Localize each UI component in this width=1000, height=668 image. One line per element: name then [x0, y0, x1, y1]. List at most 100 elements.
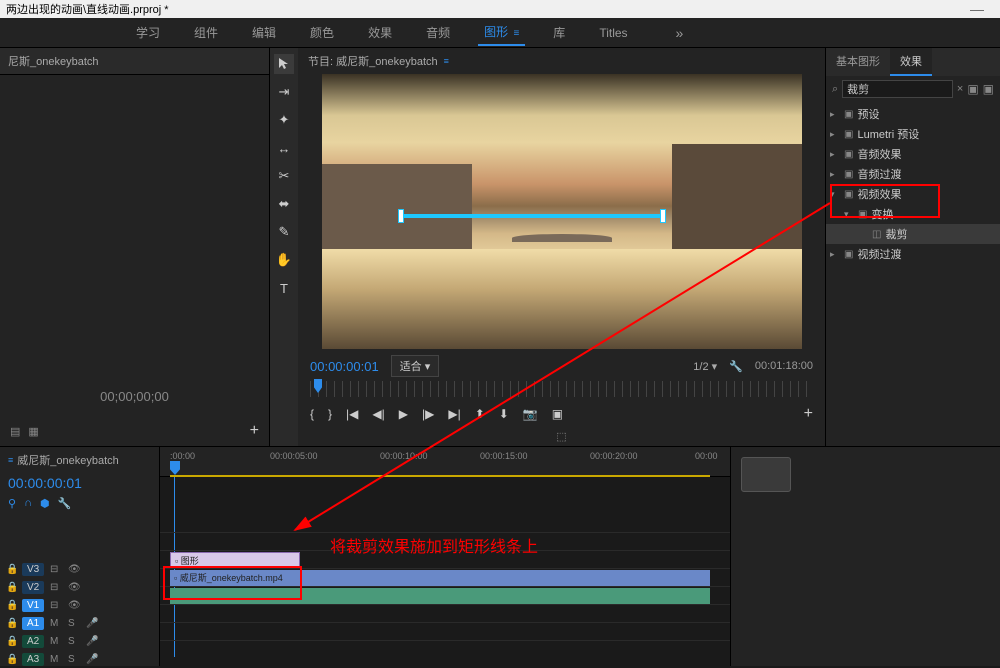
- rate-stretch-tool[interactable]: ↔: [274, 138, 294, 158]
- timeline-ruler[interactable]: :00:00 00:00:05:00 00:00:10:00 00:00:15:…: [160, 447, 730, 477]
- slip-tool[interactable]: ⬌: [274, 194, 294, 214]
- accelerated-effects-icon[interactable]: ▣: [967, 82, 978, 96]
- workspace-tab-assembly[interactable]: 组件: [188, 20, 224, 45]
- shape-handle-left[interactable]: [398, 209, 404, 223]
- clip-graphics[interactable]: ▫ 图形: [170, 552, 300, 568]
- voice-over-icon[interactable]: 🎤: [86, 654, 98, 665]
- hand-tool[interactable]: ✋: [274, 250, 294, 270]
- workspace-tab-effects[interactable]: 效果: [362, 20, 398, 45]
- extract-button[interactable]: ⬇: [499, 407, 509, 421]
- program-time-ruler[interactable]: [310, 381, 813, 397]
- tab-effects[interactable]: 效果: [890, 48, 932, 76]
- track-header-a1[interactable]: 🔒A1MS🎤: [0, 614, 159, 632]
- mute-icon[interactable]: M: [50, 618, 62, 629]
- tree-node-crop-effect[interactable]: ◫裁剪: [826, 224, 1000, 244]
- tree-node-presets[interactable]: ▸▣预设: [826, 104, 1000, 124]
- razor-tool[interactable]: ✂: [274, 166, 294, 186]
- 32bit-icon[interactable]: ▣: [983, 82, 994, 96]
- workspace-tab-library[interactable]: 库: [547, 20, 571, 45]
- voice-over-icon[interactable]: 🎤: [86, 618, 98, 629]
- lock-icon[interactable]: 🔒: [6, 618, 16, 629]
- step-back-button[interactable]: ◀|: [372, 407, 384, 421]
- source-timecode[interactable]: 00;00;00;00: [0, 381, 269, 416]
- resolution-dropdown[interactable]: 1/2 ▾: [693, 360, 717, 373]
- effects-search-input[interactable]: [842, 80, 953, 98]
- tree-node-audio-effects[interactable]: ▸▣音频效果: [826, 144, 1000, 164]
- shape-handle-right[interactable]: [660, 209, 666, 223]
- track-header-v2[interactable]: 🔒V2⊟👁: [0, 578, 159, 596]
- export-frame-button[interactable]: 📷: [523, 407, 538, 421]
- track-header-a2[interactable]: 🔒A2MS🎤: [0, 632, 159, 650]
- toggle-output-icon[interactable]: ⊟: [50, 564, 62, 575]
- track-header-v3[interactable]: 🔒V3⊟👁: [0, 560, 159, 578]
- snap-icon[interactable]: ⚲: [8, 497, 16, 510]
- go-to-in-button[interactable]: |◀: [346, 407, 358, 421]
- lock-icon[interactable]: 🔒: [6, 654, 16, 665]
- lock-icon[interactable]: 🔒: [6, 600, 16, 611]
- tree-node-video-effects[interactable]: ▾▣视频效果: [826, 184, 1000, 204]
- linked-selection-icon[interactable]: ∩: [24, 497, 32, 510]
- timeline-timecode[interactable]: 00:00:00:01: [0, 473, 159, 493]
- tree-node-video-transitions[interactable]: ▸▣视频过渡: [826, 244, 1000, 264]
- workspace-tab-color[interactable]: 颜色: [304, 20, 340, 45]
- settings-icon[interactable]: 🔧: [729, 360, 743, 373]
- track-header-a3[interactable]: 🔒A3MS🎤: [0, 650, 159, 668]
- list-view-icon[interactable]: ▤: [10, 425, 20, 438]
- lock-icon[interactable]: 🔒: [6, 582, 16, 593]
- track-header-v1[interactable]: 🔒V1⊟👁: [0, 596, 159, 614]
- lock-icon[interactable]: 🔒: [6, 636, 16, 647]
- settings-wrench-icon[interactable]: 🔧: [58, 497, 72, 510]
- icon-view-icon[interactable]: ▦: [28, 425, 38, 438]
- safe-margins-icon[interactable]: ⬚: [556, 431, 566, 443]
- selection-tool[interactable]: [274, 54, 294, 74]
- program-preview[interactable]: [322, 74, 802, 349]
- workspace-tab-audio[interactable]: 音频: [420, 20, 456, 45]
- lift-button[interactable]: ⬆: [475, 407, 485, 421]
- voice-over-icon[interactable]: 🎤: [86, 636, 98, 647]
- eye-icon[interactable]: 👁: [68, 600, 80, 611]
- solo-icon[interactable]: S: [68, 618, 80, 629]
- shape-rectangle-line[interactable]: [402, 214, 662, 218]
- marker-icon[interactable]: ⬢: [40, 497, 50, 510]
- go-to-out-button[interactable]: ▶|: [448, 407, 460, 421]
- step-forward-button[interactable]: |▶: [422, 407, 434, 421]
- button-editor[interactable]: +: [804, 405, 813, 423]
- lock-icon[interactable]: 🔒: [6, 564, 16, 575]
- eye-icon[interactable]: 👁: [68, 564, 80, 575]
- tree-node-audio-transitions[interactable]: ▸▣音频过渡: [826, 164, 1000, 184]
- clip-video[interactable]: ▫ 威尼斯_onekeybatch.mp4: [170, 570, 710, 586]
- workspace-tab-titles[interactable]: Titles: [593, 22, 633, 44]
- toggle-output-icon[interactable]: ⊟: [50, 582, 62, 593]
- tree-node-lumetri[interactable]: ▸▣Lumetri 预设: [826, 124, 1000, 144]
- pen-tool[interactable]: ✎: [274, 222, 294, 242]
- play-button[interactable]: ▶: [399, 407, 408, 421]
- solo-icon[interactable]: S: [68, 654, 80, 665]
- timeline-playhead[interactable]: [170, 461, 180, 475]
- eye-icon[interactable]: 👁: [68, 582, 80, 593]
- zoom-fit-dropdown[interactable]: 适合 ▾: [391, 355, 440, 377]
- panel-menu-icon[interactable]: ≡: [444, 56, 449, 66]
- clear-search-icon[interactable]: ×: [957, 83, 963, 95]
- workspace-tab-learn[interactable]: 学习: [130, 20, 166, 45]
- solo-icon[interactable]: S: [68, 636, 80, 647]
- mark-in-button[interactable]: {: [310, 407, 314, 421]
- overflow-chevron-icon[interactable]: »: [676, 25, 684, 41]
- comparison-view-button[interactable]: ▣: [552, 407, 563, 421]
- source-panel-header[interactable]: 尼斯_onekeybatch: [0, 48, 269, 75]
- mark-out-button[interactable]: }: [328, 407, 332, 421]
- clip-audio[interactable]: [170, 588, 710, 604]
- program-timecode[interactable]: 00:00:00:01: [310, 359, 379, 374]
- sequence-name[interactable]: 威尼斯_onekeybatch: [17, 452, 119, 468]
- tab-essential-graphics[interactable]: 基本图形: [826, 48, 890, 76]
- ripple-edit-tool[interactable]: ✦: [274, 110, 294, 130]
- tree-node-transform[interactable]: ▾▣变换: [826, 204, 1000, 224]
- graphics-template-thumb[interactable]: [741, 457, 791, 492]
- type-tool[interactable]: T: [274, 278, 294, 298]
- workspace-tab-graphics[interactable]: 图形 ≡: [478, 19, 525, 46]
- timeline-tracks-area[interactable]: :00:00 00:00:05:00 00:00:10:00 00:00:15:…: [160, 447, 730, 666]
- mute-icon[interactable]: M: [50, 654, 62, 665]
- workspace-tab-editing[interactable]: 编辑: [246, 20, 282, 45]
- program-playhead[interactable]: [314, 379, 322, 393]
- timeline-menu-icon[interactable]: ≡: [8, 455, 13, 465]
- minimize-icon[interactable]: —: [970, 1, 984, 17]
